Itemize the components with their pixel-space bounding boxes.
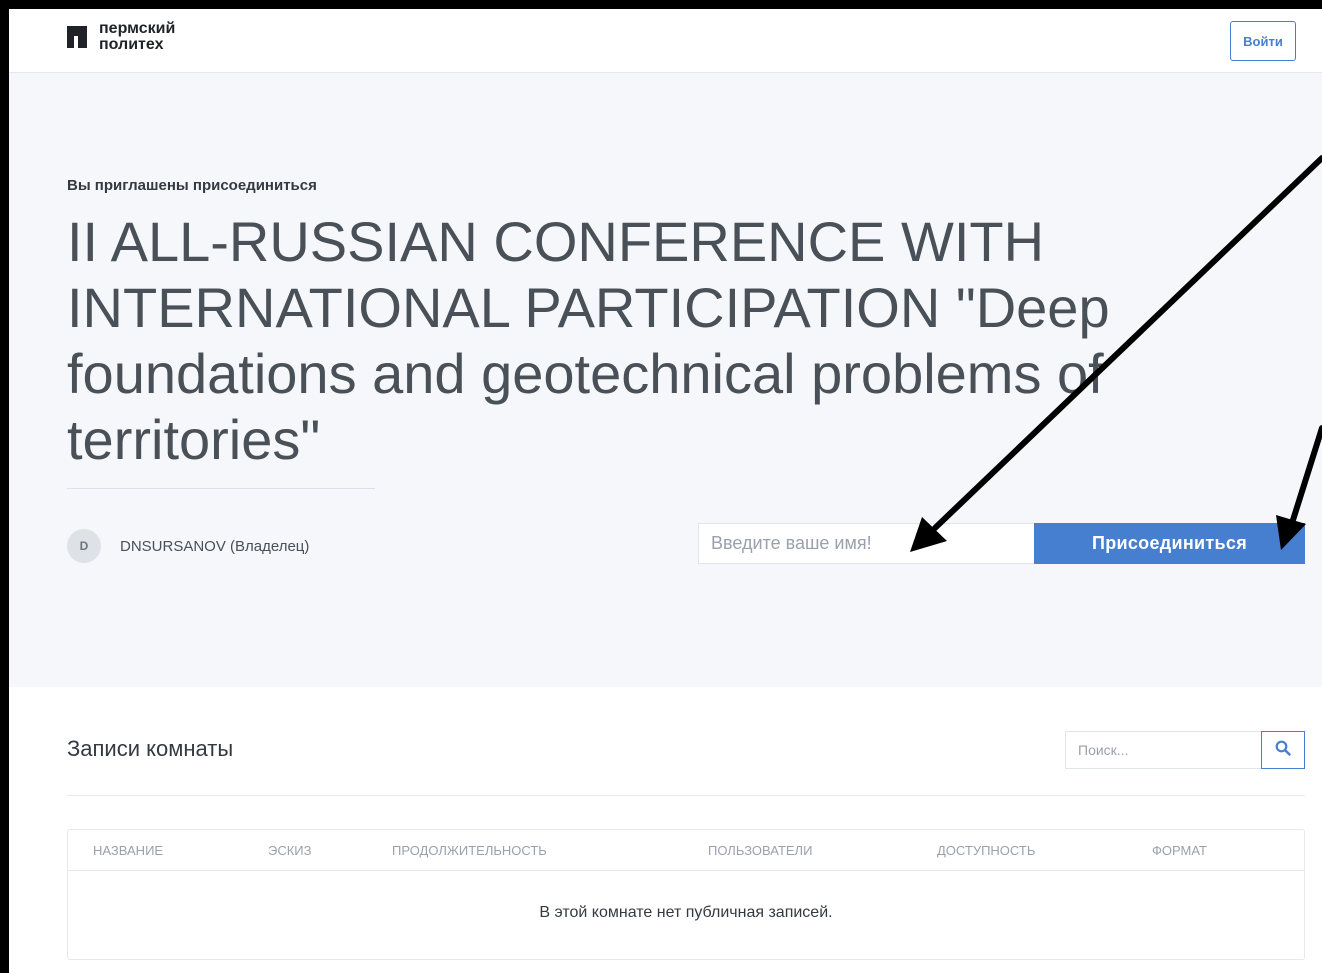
search-button[interactable] bbox=[1261, 731, 1305, 769]
room-owner: D DNSURSANOV (Владелец) bbox=[67, 529, 309, 563]
column-header-visibility[interactable]: ДОСТУПНОСТЬ bbox=[937, 843, 1035, 858]
name-input[interactable] bbox=[698, 523, 1034, 564]
empty-recordings-message: В этой комнате нет публичная записей. bbox=[539, 904, 833, 921]
site-logo[interactable]: пермский политех bbox=[67, 21, 175, 53]
recordings-search bbox=[1065, 731, 1305, 769]
join-button[interactable]: Присоединиться bbox=[1034, 523, 1305, 564]
room-title: II ALL-RUSSIAN CONFERENCE WITH INTERNATI… bbox=[67, 210, 1110, 471]
logo-mark-icon bbox=[67, 26, 87, 48]
owner-name: DNSURSANOV (Владелец) bbox=[120, 537, 310, 555]
recordings-table: НАЗВАНИЕ ЭСКИЗ ПРОДОЛЖИТЕЛЬНОСТЬ ПОЛЬЗОВ… bbox=[67, 829, 1305, 960]
column-header-users[interactable]: ПОЛЬЗОВАТЕЛИ bbox=[708, 843, 812, 858]
section-divider bbox=[67, 795, 1305, 796]
room-hero: Вы приглашены присоединиться II ALL-RUSS… bbox=[9, 73, 1322, 687]
recordings-title: Записи комнаты bbox=[67, 736, 234, 761]
column-header-name[interactable]: НАЗВАНИЕ bbox=[93, 843, 163, 858]
login-button[interactable]: Войти bbox=[1230, 21, 1296, 61]
table-header: НАЗВАНИЕ ЭСКИЗ ПРОДОЛЖИТЕЛЬНОСТЬ ПОЛЬЗОВ… bbox=[68, 830, 1304, 871]
search-input[interactable] bbox=[1065, 731, 1261, 769]
invited-text: Вы приглашены присоединиться bbox=[67, 177, 317, 194]
join-form: Присоединиться bbox=[698, 523, 1305, 564]
top-navbar: пермский политех Войти bbox=[9, 9, 1322, 73]
avatar: D bbox=[67, 529, 101, 563]
column-header-duration[interactable]: ПРОДОЛЖИТЕЛЬНОСТЬ bbox=[392, 843, 547, 858]
column-header-format[interactable]: ФОРМАТ bbox=[1152, 843, 1207, 858]
search-icon bbox=[1275, 740, 1291, 761]
logo-text: пермский политех bbox=[99, 20, 176, 53]
hero-divider bbox=[67, 488, 375, 489]
column-header-thumbnail[interactable]: ЭСКИЗ bbox=[268, 843, 312, 858]
